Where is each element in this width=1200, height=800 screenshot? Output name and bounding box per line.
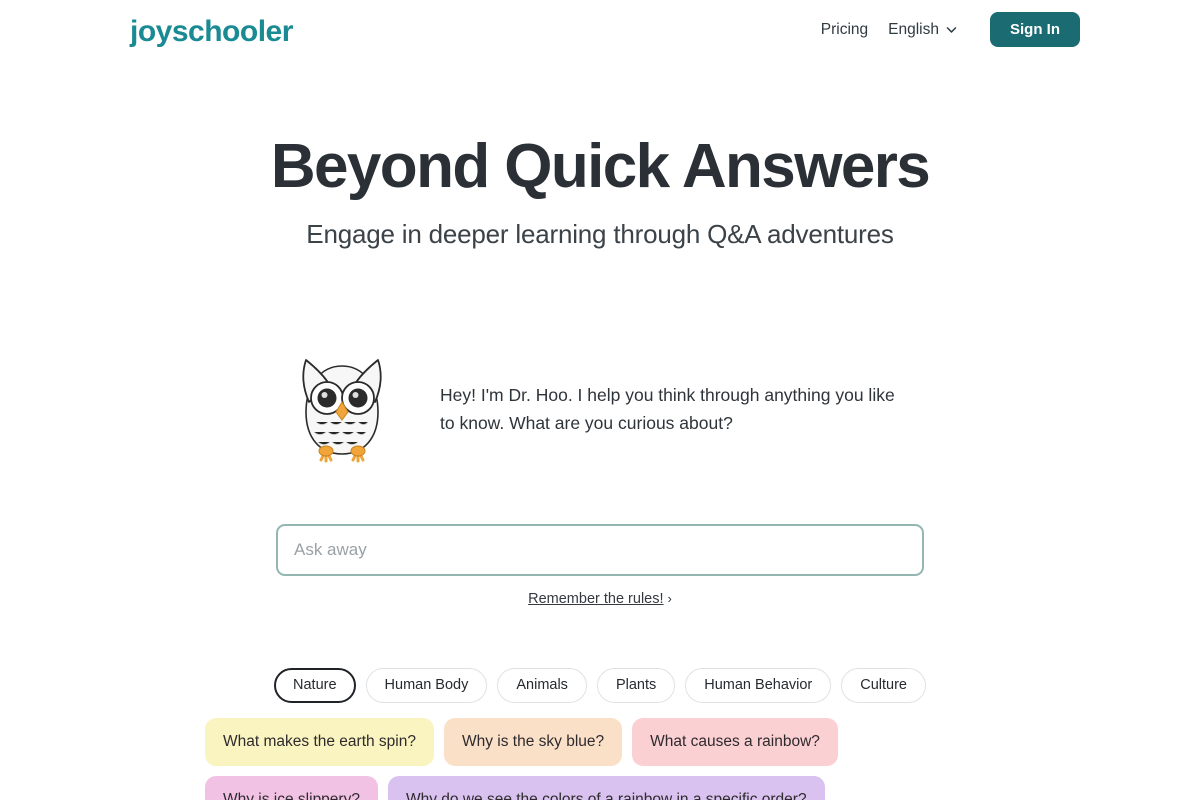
suggestion-card-list: What makes the earth spin? Why is the sky… — [205, 718, 997, 800]
ask-section: Remember the rules! › — [276, 524, 924, 608]
ask-input[interactable] — [276, 524, 924, 576]
header-nav: Pricing English Sign In — [821, 12, 1080, 47]
remember-the-rules-link[interactable]: Remember the rules! — [528, 591, 663, 607]
logo[interactable]: joyschooler — [130, 17, 293, 47]
category-pill-human-behavior[interactable]: Human Behavior — [685, 668, 832, 703]
site-header: joyschooler Pricing English Sign In — [0, 0, 1200, 64]
category-pill-animals[interactable]: Animals — [497, 668, 587, 703]
category-pill-nature[interactable]: Nature — [274, 668, 356, 703]
mascot-section: Hey! I'm Dr. Hoo. I help you think throu… — [0, 350, 1200, 468]
owl-mascot-icon — [290, 350, 394, 468]
rules-row: Remember the rules! › — [276, 590, 924, 608]
suggestion-card[interactable]: Why is ice slippery? — [205, 776, 378, 800]
language-selector-label: English — [888, 20, 939, 38]
chevron-right-icon: › — [667, 591, 672, 606]
suggestion-card[interactable]: What makes the earth spin? — [205, 718, 434, 766]
category-pill-plants[interactable]: Plants — [596, 668, 676, 703]
nav-item-pricing[interactable]: Pricing — [821, 17, 868, 43]
page-subtitle: Engage in deeper learning through Q&A ad… — [306, 219, 894, 250]
suggestion-card[interactable]: What causes a rainbow? — [632, 718, 838, 766]
page-title: Beyond Quick Answers — [270, 132, 931, 201]
language-selector[interactable]: English — [888, 21, 958, 39]
category-pill-culture[interactable]: Culture — [841, 668, 926, 703]
suggestion-card[interactable]: Why do we see the colors of a rainbow in… — [387, 776, 825, 800]
category-pill-list: Nature Human Body Animals Plants Human Behav… — [0, 668, 1200, 703]
hero-section: Beyond Quick Answers Engage in deeper le… — [0, 132, 1200, 250]
mascot-greeting: Hey! I'm Dr. Hoo. I help you think throu… — [440, 385, 895, 433]
suggestion-card[interactable]: Why is the sky blue? — [444, 718, 623, 766]
chevron-down-icon — [945, 23, 958, 36]
landing-page: joyschooler Pricing English Sign In Beyo… — [0, 0, 1200, 800]
sign-in-button[interactable]: Sign In — [990, 12, 1080, 47]
category-pill-human-body[interactable]: Human Body — [365, 668, 488, 703]
